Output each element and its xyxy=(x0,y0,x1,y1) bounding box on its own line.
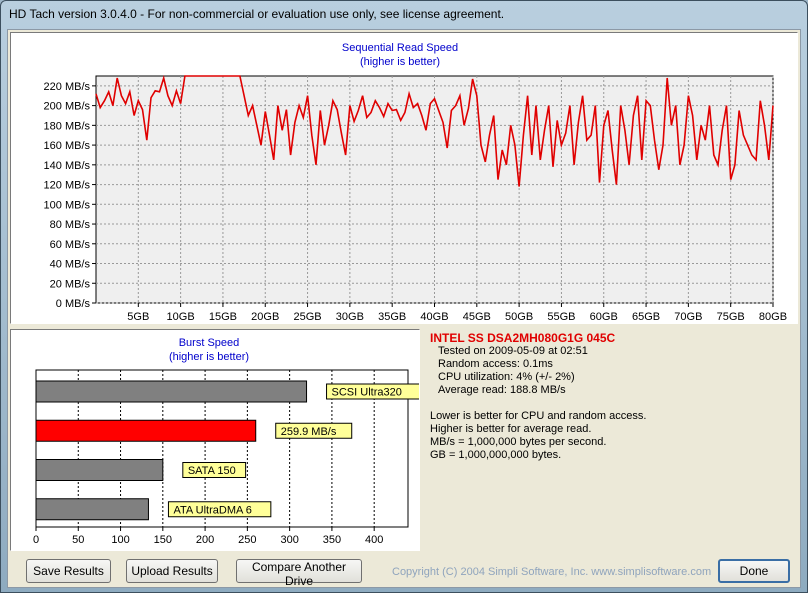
seq-x-tick-label: 15GB xyxy=(209,311,237,323)
seq-y-tick-label: 80 MB/s xyxy=(50,219,91,231)
window-title: HD Tach version 3.0.4.0 - For non-commer… xyxy=(9,7,505,21)
burst-chart-title: Burst Speed xyxy=(179,337,240,349)
save-results-button[interactable]: Save Results xyxy=(26,559,111,583)
drive-info-panel: INTEL SS DSA2MH080G1G 045C Tested on 200… xyxy=(424,329,798,551)
seq-x-tick-label: 70GB xyxy=(674,311,702,323)
note-average-read: Higher is better for average read. xyxy=(430,423,592,435)
compare-another-drive-button[interactable]: Compare Another Drive xyxy=(236,559,362,588)
seq-y-tick-label: 180 MB/s xyxy=(44,120,91,132)
burst-bar xyxy=(35,380,308,403)
upload-results-button[interactable]: Upload Results xyxy=(126,559,218,583)
seq-x-tick-label: 35GB xyxy=(378,311,406,323)
burst-x-tick-label: 250 xyxy=(238,534,256,546)
burst-bar-label: SATA 150 xyxy=(188,465,236,477)
sequential-read-panel: Sequential Read Speed (higher is better)… xyxy=(10,32,798,324)
burst-bar-label: ATA UltraDMA 6 xyxy=(173,504,251,516)
burst-x-tick-label: 300 xyxy=(280,534,298,546)
burst-x-tick-label: 350 xyxy=(323,534,341,546)
seq-x-tick-label: 30GB xyxy=(336,311,364,323)
note-mbs-definition: MB/s = 1,000,000 bytes per second. xyxy=(430,436,607,448)
seq-chart-title: Sequential Read Speed xyxy=(342,42,458,54)
cpu-utilization-text: CPU utilization: 4% (+/- 2%) xyxy=(438,371,575,383)
app-window: HD Tach version 3.0.4.0 - For non-commer… xyxy=(0,0,808,593)
burst-bar-label: SCSI Ultra320 xyxy=(332,387,402,399)
burst-bar-label: 259.9 MB/s xyxy=(281,426,337,438)
seq-x-tick-label: 75GB xyxy=(717,311,745,323)
seq-x-tick-label: 80GB xyxy=(759,311,787,323)
seq-y-tick-label: 120 MB/s xyxy=(44,180,91,192)
seq-x-tick-label: 45GB xyxy=(463,311,491,323)
seq-x-tick-label: 5GB xyxy=(127,311,149,323)
done-button[interactable]: Done xyxy=(718,559,790,583)
burst-speed-chart: Burst Speed (higher is better) SCSI Ultr… xyxy=(33,337,423,546)
drive-name: INTEL SS DSA2MH080G1G 045C xyxy=(430,331,616,345)
burst-x-tick-label: 150 xyxy=(154,534,172,546)
burst-bar xyxy=(35,419,257,442)
burst-x-tick-label: 50 xyxy=(72,534,84,546)
burst-bar xyxy=(35,498,149,521)
seq-x-tick-label: 65GB xyxy=(632,311,660,323)
tested-on-text: Tested on 2009-05-09 at 02:51 xyxy=(438,345,588,357)
seq-y-tick-label: 140 MB/s xyxy=(44,160,91,172)
seq-y-tick-label: 20 MB/s xyxy=(50,278,91,290)
note-gb-definition: GB = 1,000,000,000 bytes. xyxy=(430,449,562,461)
burst-x-tick-label: 400 xyxy=(365,534,383,546)
seq-x-tick-label: 25GB xyxy=(293,311,321,323)
seq-x-tick-label: 55GB xyxy=(547,311,575,323)
seq-x-axis: 5GB 10GB 15GB 20GB 25GB 30GB 35GB 40GB 45GB 50GB 5… xyxy=(127,303,787,323)
seq-x-tick-label: 60GB xyxy=(590,311,618,323)
burst-x-tick-label: 100 xyxy=(111,534,129,546)
burst-x-tick-label: 200 xyxy=(196,534,214,546)
seq-x-tick-label: 10GB xyxy=(167,311,195,323)
main-client-area: Sequential Read Speed (higher is better)… xyxy=(7,29,801,588)
seq-x-tick-label: 20GB xyxy=(251,311,279,323)
seq-y-axis: 0 MB/s 20 MB/s 40 MB/s 60 MB/s 80 MB/s 100 MB… xyxy=(44,81,96,310)
average-read-text: Average read: 188.8 MB/s xyxy=(438,384,566,396)
burst-x-axis: 0 50 100 150 200 250 300 350 400 xyxy=(33,527,383,546)
burst-chart-subtitle: (higher is better) xyxy=(169,351,249,363)
copyright-text: Copyright (C) 2004 Simpli Software, Inc.… xyxy=(392,566,712,578)
seq-y-tick-label: 200 MB/s xyxy=(44,101,91,113)
seq-x-tick-label: 40GB xyxy=(420,311,448,323)
seq-y-tick-label: 40 MB/s xyxy=(50,259,91,271)
seq-x-tick-label: 50GB xyxy=(505,311,533,323)
seq-y-tick-label: 100 MB/s xyxy=(44,199,91,211)
note-cpu-random: Lower is better for CPU and random acces… xyxy=(430,410,647,422)
seq-y-tick-label: 0 MB/s xyxy=(56,298,91,310)
burst-speed-panel: Burst Speed (higher is better) SCSI Ultr… xyxy=(10,329,423,551)
burst-bar xyxy=(35,459,164,481)
seq-y-tick-label: 160 MB/s xyxy=(44,140,91,152)
seq-y-tick-label: 60 MB/s xyxy=(50,239,91,251)
sequential-read-chart: Sequential Read Speed (higher is better)… xyxy=(44,42,788,323)
burst-x-tick-label: 0 xyxy=(33,534,39,546)
random-access-text: Random access: 0.1ms xyxy=(438,358,553,370)
seq-chart-subtitle: (higher is better) xyxy=(360,56,440,68)
seq-y-tick-label: 220 MB/s xyxy=(44,81,91,93)
